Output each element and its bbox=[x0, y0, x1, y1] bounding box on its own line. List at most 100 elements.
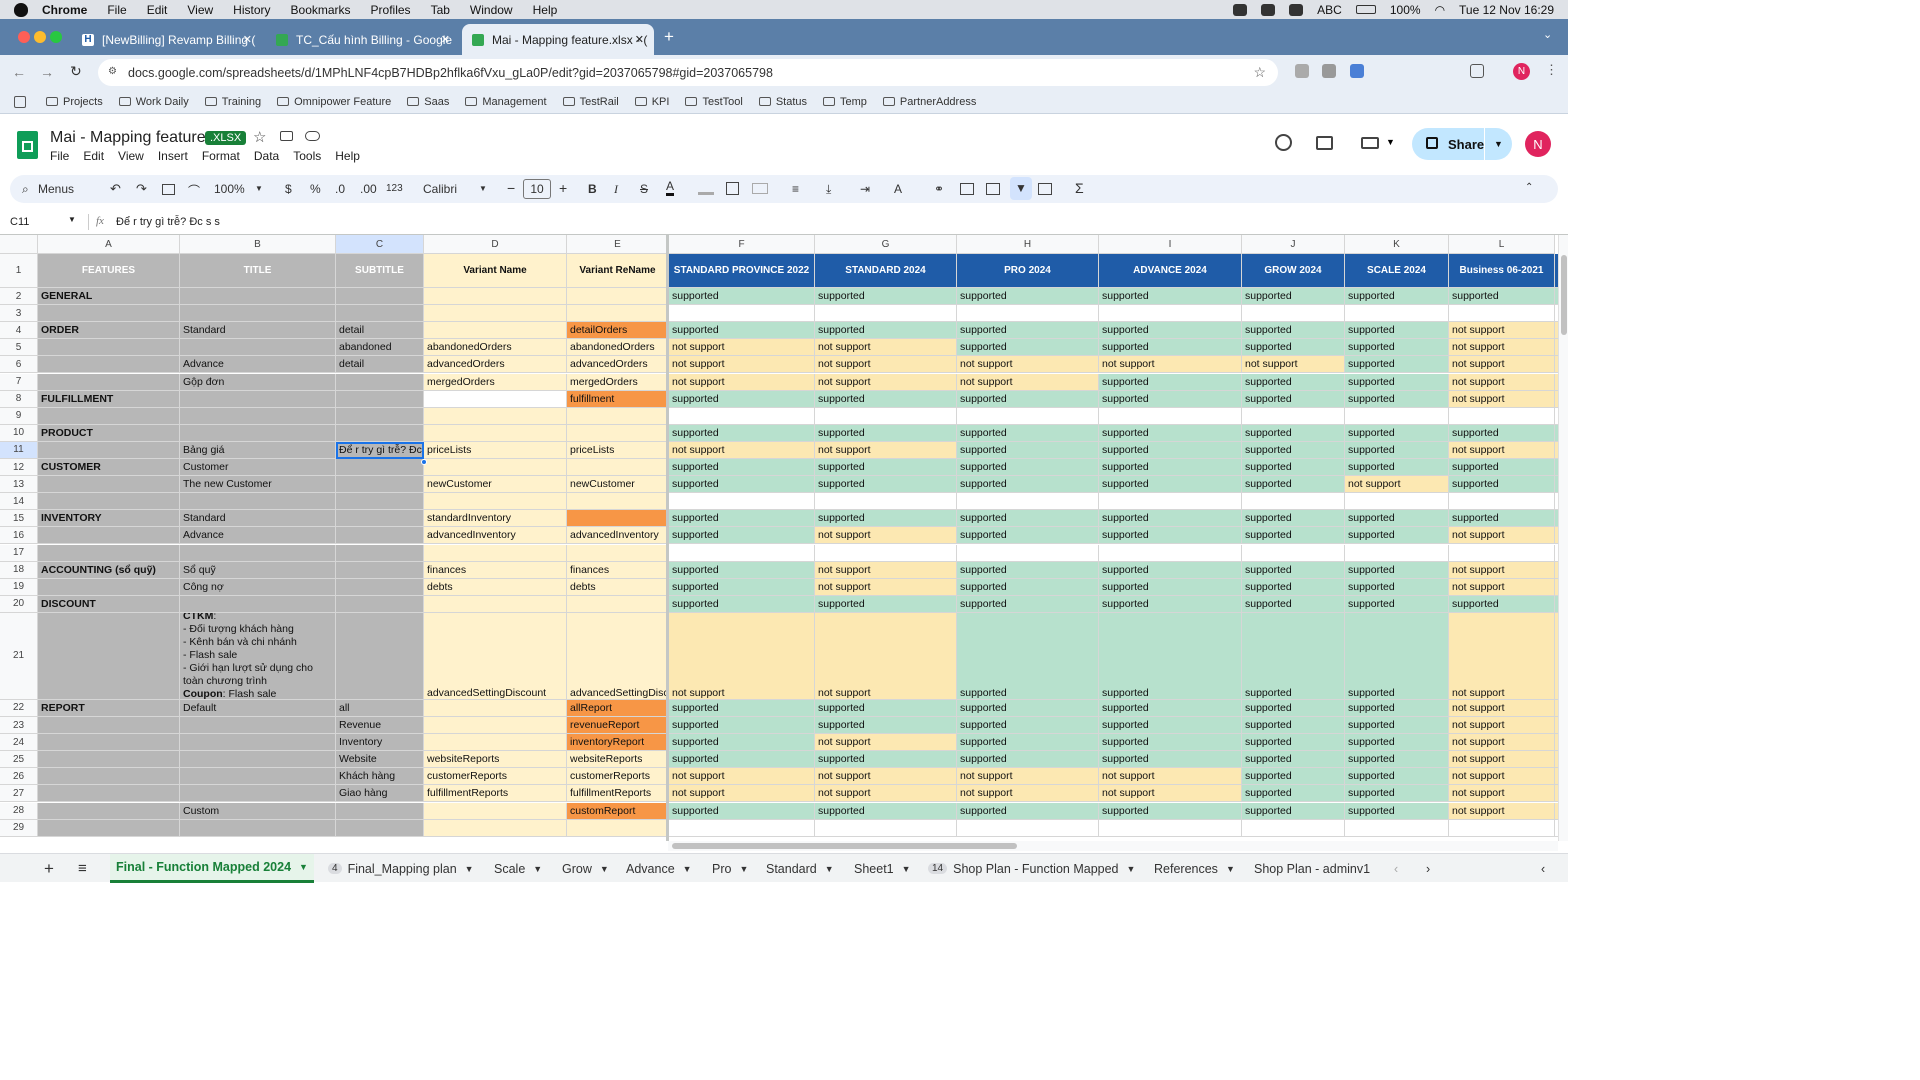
account-avatar[interactable]: N bbox=[1525, 131, 1551, 157]
plan-support-cell[interactable] bbox=[1099, 493, 1242, 511]
title-cell[interactable] bbox=[180, 751, 336, 769]
more-formats-button[interactable]: 123 bbox=[386, 183, 403, 194]
column-header[interactable]: E bbox=[567, 235, 669, 254]
plan-support-cell[interactable]: not support bbox=[669, 785, 815, 803]
plan-support-cell[interactable]: supported bbox=[815, 288, 957, 306]
variant-rename-cell[interactable] bbox=[567, 407, 669, 425]
plan-support-cell[interactable]: supported bbox=[1099, 288, 1242, 306]
sheet-tab[interactable]: References ▼ bbox=[1148, 854, 1241, 883]
feature-cell[interactable] bbox=[38, 356, 180, 374]
plan-support-cell[interactable] bbox=[815, 544, 957, 562]
plan-support-cell[interactable]: not support bbox=[1449, 322, 1555, 340]
wifi-icon[interactable]: ◠ bbox=[1435, 3, 1445, 17]
plan-support-cell[interactable] bbox=[1449, 305, 1555, 323]
variant-rename-cell[interactable]: allReport bbox=[567, 699, 669, 717]
title-cell[interactable]: The new Customer bbox=[180, 476, 336, 494]
bookmark-item[interactable]: Status bbox=[758, 96, 807, 108]
row-header[interactable]: 17 bbox=[0, 544, 38, 562]
plan-support-cell[interactable]: not support bbox=[1099, 785, 1242, 803]
plan-support-cell[interactable]: not support bbox=[957, 356, 1099, 374]
variant-name-cell[interactable]: advancedSettingDiscount bbox=[424, 612, 567, 700]
feature-cell[interactable]: DISCOUNT bbox=[38, 595, 180, 613]
variant-rename-cell[interactable]: fulfillment bbox=[567, 390, 669, 408]
plan-support-cell[interactable] bbox=[669, 493, 815, 511]
variant-name-cell[interactable]: websiteReports bbox=[424, 751, 567, 769]
row-header[interactable]: 10 bbox=[0, 424, 38, 442]
feature-cell[interactable] bbox=[38, 819, 180, 837]
text-color-button[interactable]: A bbox=[666, 180, 675, 196]
variant-name-cell[interactable] bbox=[424, 407, 567, 425]
clock[interactable]: Tue 12 Nov 16:29 bbox=[1459, 3, 1554, 17]
plan-support-cell[interactable]: supported bbox=[1099, 578, 1242, 596]
subtitle-cell[interactable] bbox=[336, 819, 424, 837]
scroll-tabs-right-icon[interactable]: › bbox=[1420, 854, 1436, 883]
plan-support-cell[interactable]: supported bbox=[957, 510, 1099, 528]
plan-support-cell[interactable]: supported bbox=[815, 459, 957, 477]
forward-icon[interactable]: → bbox=[40, 64, 54, 80]
plan-support-cell[interactable]: not support bbox=[1449, 785, 1555, 803]
os-menu-item[interactable]: Bookmarks bbox=[291, 3, 351, 17]
plan-support-cell[interactable]: not support bbox=[1449, 390, 1555, 408]
row-header[interactable]: 20 bbox=[0, 595, 38, 613]
plan-support-cell[interactable]: supported bbox=[815, 802, 957, 820]
title-cell[interactable]: Advance bbox=[180, 527, 336, 545]
sheet-tab[interactable]: Advance ▼ bbox=[620, 854, 698, 883]
plan-support-cell[interactable] bbox=[1099, 544, 1242, 562]
feature-cell[interactable] bbox=[38, 717, 180, 735]
plan-support-cell[interactable] bbox=[1449, 493, 1555, 511]
plan-support-cell[interactable]: supported bbox=[1449, 424, 1555, 442]
plan-support-cell[interactable]: supported bbox=[1099, 612, 1242, 700]
plan-support-cell[interactable]: not support bbox=[815, 373, 957, 391]
plan-support-cell[interactable]: supported bbox=[957, 441, 1099, 459]
column-header[interactable]: H bbox=[957, 235, 1099, 254]
os-menu-item[interactable]: View bbox=[187, 3, 213, 17]
vertical-scrollbar[interactable] bbox=[1558, 235, 1568, 841]
app-menu[interactable]: Chrome bbox=[42, 3, 87, 17]
text-rotation-icon[interactable]: A bbox=[894, 182, 902, 196]
plan-support-cell[interactable]: supported bbox=[1099, 373, 1242, 391]
chevron-down-icon[interactable]: ▼ bbox=[479, 184, 487, 193]
feature-cell[interactable] bbox=[38, 305, 180, 323]
subtitle-cell[interactable] bbox=[336, 510, 424, 528]
plan-support-cell[interactable]: supported bbox=[1345, 390, 1449, 408]
plan-support-cell[interactable]: supported bbox=[957, 595, 1099, 613]
title-cell[interactable] bbox=[180, 734, 336, 752]
plan-support-cell[interactable] bbox=[1099, 305, 1242, 323]
feature-cell[interactable] bbox=[38, 734, 180, 752]
plan-support-cell[interactable]: supported bbox=[1242, 699, 1345, 717]
variant-name-cell[interactable]: standardInventory bbox=[424, 510, 567, 528]
row-header[interactable]: 22 bbox=[0, 699, 38, 717]
plan-support-cell[interactable]: supported bbox=[815, 424, 957, 442]
plan-support-cell[interactable]: supported bbox=[669, 595, 815, 613]
variant-name-cell[interactable] bbox=[424, 717, 567, 735]
sheet-tab[interactable]: 14 Shop Plan - Function Mapped ▼ bbox=[922, 854, 1141, 883]
frozen-column-divider[interactable] bbox=[666, 235, 669, 841]
fill-handle[interactable] bbox=[421, 459, 427, 465]
variant-rename-cell[interactable] bbox=[567, 510, 669, 528]
chevron-down-icon[interactable]: ▼ bbox=[739, 864, 748, 874]
plan-support-cell[interactable]: not support bbox=[1449, 802, 1555, 820]
row-header[interactable]: 29 bbox=[0, 819, 38, 837]
plan-support-cell[interactable] bbox=[1242, 493, 1345, 511]
address-bar[interactable]: ⚙ docs.google.com/spreadsheets/d/1MPhLNF… bbox=[98, 59, 1278, 86]
plan-support-cell[interactable]: supported bbox=[1449, 476, 1555, 494]
new-tab-icon[interactable]: + bbox=[664, 27, 674, 47]
plan-support-cell[interactable] bbox=[957, 819, 1099, 837]
scrollbar-thumb[interactable] bbox=[1561, 255, 1567, 335]
os-menu-item[interactable]: Edit bbox=[147, 3, 168, 17]
subtitle-cell[interactable] bbox=[336, 459, 424, 477]
row-header[interactable]: 16 bbox=[0, 527, 38, 545]
plan-support-cell[interactable]: supported bbox=[669, 459, 815, 477]
row-header[interactable]: 18 bbox=[0, 561, 38, 579]
zoom-select[interactable]: 100% bbox=[214, 182, 245, 196]
search-menus-input[interactable]: Menus bbox=[38, 182, 74, 196]
plan-support-cell[interactable]: supported bbox=[957, 802, 1099, 820]
variant-name-cell[interactable]: abandonedOrders bbox=[424, 339, 567, 357]
variant-name-cell[interactable] bbox=[424, 544, 567, 562]
app-menu-item[interactable]: Data bbox=[254, 149, 279, 163]
move-folder-icon[interactable] bbox=[280, 131, 293, 141]
plan-support-cell[interactable]: supported bbox=[1345, 510, 1449, 528]
row-header[interactable]: 11 bbox=[0, 441, 38, 459]
plan-support-cell[interactable]: supported bbox=[669, 288, 815, 306]
spreadsheet-grid[interactable]: A B C D E F G H I J K L 1 FEATURES TITLE SUBTITLE Varian… bbox=[0, 235, 1558, 841]
